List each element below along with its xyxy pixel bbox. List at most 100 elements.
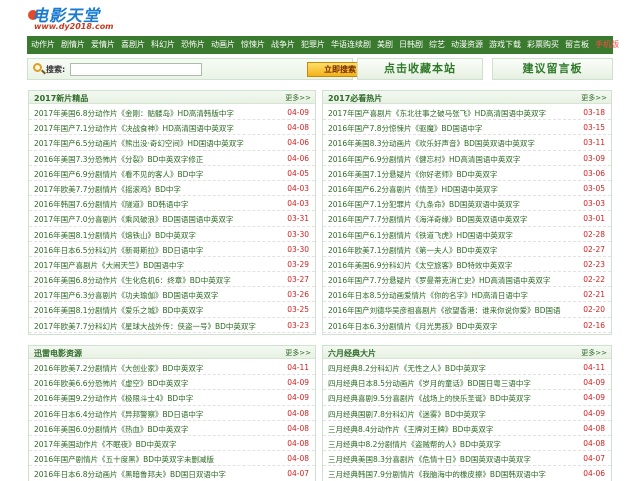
movie-link[interactable]: 2016年美国7.3分恐怖片《分裂》BD中英双字修正: [34, 154, 203, 165]
movie-date: 03-01: [583, 214, 605, 224]
panel-title: 2017新片精品: [34, 94, 89, 103]
list-item: 四月经典日本8.5分动画片《岁月的童话》BD国日粤三语中字 04-09: [323, 375, 611, 391]
movie-link[interactable]: 2017年国产喜剧片《大闹天竺》BD国语中字: [34, 260, 184, 271]
movie-date: 03-27: [287, 275, 309, 285]
movie-link[interactable]: 2016年国产7.7分悬疑片《罗曼蒂克消亡史》HD高清国语中英双字: [328, 275, 550, 286]
nav-item[interactable]: 战争片: [271, 36, 295, 54]
movie-link[interactable]: 2016年美国6.0分剧情片《热血》BD中英双字: [34, 424, 188, 435]
movie-link[interactable]: 2016年日本6.5分科幻片《新哥斯拉》BD日语中字: [34, 245, 203, 256]
panel-must-watch: 2017必看热片 更多>> 2017年国产喜剧片《东北往事之破马张飞》HD高清国…: [322, 90, 612, 335]
main-nav: 动作片 剧情片 爱情片 喜剧片 科幻片 恐怖片 动画片 惊悚片 战争片 犯罪片 华语连续剧 美剧 日韩剧…: [27, 36, 640, 54]
more-link[interactable]: 更多>>: [581, 93, 607, 103]
movie-link[interactable]: 2016年美国6.8分动作片《生化危机6：终章》BD中英双字: [34, 275, 231, 286]
search-input[interactable]: [70, 63, 202, 76]
nav-item[interactable]: 科幻片: [151, 36, 175, 54]
movie-link[interactable]: 2016年欧美7.2分剧情片《大创业家》BD中英双字: [34, 363, 203, 374]
nav-item[interactable]: 综艺: [429, 36, 445, 54]
site-logo[interactable]: 电影天堂 www.dy2018.com: [28, 2, 128, 34]
bookmark-site-button[interactable]: 点击收藏本站: [357, 58, 483, 80]
nav-item[interactable]: 设为主页: [625, 36, 640, 54]
movie-link[interactable]: 三月经典韩国7.9分剧情片《我脑海中的橡皮擦》BD国韩双语中字: [328, 469, 546, 480]
movie-date: 04-09: [287, 393, 309, 403]
movie-link[interactable]: 2017年国产喜剧片《东北往事之破马张飞》HD高清国语中英双字: [328, 108, 546, 119]
movie-link[interactable]: 2017年美国6.8分动作片《金刚：骷髅岛》HD高清韩版中字: [34, 108, 234, 119]
movie-link[interactable]: 2016年国产6.9分剧情片《看不见的客人》BD中字: [34, 169, 203, 180]
nav-item[interactable]: 恐怖片: [181, 36, 205, 54]
movie-link[interactable]: 四月经典喜剧9.5分喜剧片《战场上的快乐圣诞》BD中英双字: [328, 393, 531, 404]
movie-link[interactable]: 2016年美国6.9分科幻片《太空旅客》BD特效中英双字: [328, 260, 512, 271]
list-item: 2016年欧美7.2分剧情片《大创业家》BD中英双字 04-11: [29, 360, 315, 376]
movie-link[interactable]: 2016年国产7.8分惊悚片《驱魔》BD国语中字: [328, 123, 482, 134]
nav-item[interactable]: 喜剧片: [121, 36, 145, 54]
movie-link[interactable]: 2016年日本6.4分动作片《异邦警察》BD日语中字: [34, 409, 203, 420]
panel-thunder-resources: 迅雷电影资源 更多>> 2016年欧美7.2分剧情片《大创业家》BD中英双字 04…: [28, 345, 316, 481]
nav-item[interactable]: 彩票购买: [527, 36, 559, 54]
movie-date: 04-11: [583, 363, 605, 372]
movie-link[interactable]: 三月经典美国8.3分喜剧片《危情十日》BD国英双语中英双字: [328, 454, 531, 465]
list-item: 2017年国产6.3分喜剧片《功夫瑜伽》BD国语中英双字 03-26: [29, 287, 315, 303]
nav-item[interactable]: 惊悚片: [241, 36, 265, 54]
nav-item[interactable]: 手机版: [595, 36, 619, 54]
nav-item[interactable]: 爱情片: [91, 36, 115, 54]
movie-link[interactable]: 2016年国产6.2分喜剧片《情圣》HD国语中英双字: [328, 184, 498, 195]
movie-link[interactable]: 2016年欧美7.1分剧情片《第一夫人》BD中英双字: [328, 245, 497, 256]
list-item: 2017年国产喜剧片《东北往事之破马张飞》HD高清国语中英双字 03-18: [323, 105, 611, 121]
movie-link[interactable]: 2016年韩国7.6分剧情片《隧道》BD韩语中字: [34, 199, 188, 210]
movie-date: 04-05: [287, 168, 309, 178]
nav-item[interactable]: 美剧: [377, 36, 393, 54]
suggestion-board-button[interactable]: 建议留言板: [492, 58, 613, 80]
list-item: 2017年国产7.1分动作片《决战食神》HD高清国语中英双字 04-08: [29, 120, 315, 136]
search-label: 搜索:: [46, 65, 66, 74]
movie-link[interactable]: 2016年国产7.1分犯罪片《九条命》BD国英双语中英双字: [328, 199, 520, 210]
movie-link[interactable]: 2016年美国8.1分剧情片《爱乐之城》BD中英双字: [34, 305, 203, 316]
movie-date: 04-11: [287, 363, 309, 372]
movie-link[interactable]: 四月经典日本8.5分动画片《岁月的童话》BD国日粤三语中字: [328, 378, 531, 389]
list-item: 三月经典美国8.3分喜剧片《危情十日》BD国英双语中英双字 04-07: [323, 451, 611, 467]
movie-link[interactable]: 四月经典8.2分科幻片《无性之人》BD中英双字: [328, 363, 486, 374]
list-item: 2016年欧美6.6分恐怖片《虚空》BD中英双字 04-09: [29, 375, 315, 391]
movie-link[interactable]: 2016年国产6.1分剧情片《铁道飞虎》HD国语中英双字: [328, 230, 513, 241]
movie-link[interactable]: 2016年国产7.7分剧情片《海洋奇缘》BD国英双语中英双字: [328, 214, 527, 225]
movie-link[interactable]: 2017年欧美7.7分剧情片《摇滚鸡》BD中字: [34, 184, 181, 195]
movie-link[interactable]: 四月经典国剧7.8分科幻片《迷雾》BD中英双字: [328, 409, 486, 420]
movie-link[interactable]: 2017年国产7.0分喜剧片《乘风破浪》BD国语国语中英双字: [34, 214, 233, 225]
nav-item[interactable]: 华语连续剧: [331, 36, 371, 54]
nav-item[interactable]: 留言板: [565, 36, 589, 54]
nav-item[interactable]: 犯罪片: [301, 36, 325, 54]
movie-date: 03-30: [287, 244, 309, 254]
movie-link[interactable]: 三月经典8.4分动作片《王牌对王牌》BD中英双字: [328, 424, 493, 435]
nav-item[interactable]: 剧情片: [61, 36, 85, 54]
movie-link[interactable]: 2017年欧美7.7分科幻片《星球大战外传：侠盗一号》BD中英双字: [34, 321, 256, 332]
nav-item[interactable]: 动漫资源: [451, 36, 483, 54]
list-item: 四月经典8.2分科幻片《无性之人》BD中英双字 04-11: [323, 360, 611, 376]
movie-link[interactable]: 2017年国产6.3分喜剧片《功夫瑜伽》BD国语中英双字: [34, 290, 218, 301]
movie-link[interactable]: 2016年日本6.3分剧情片《月光男孩》BD中英双字: [328, 321, 497, 332]
list-item: 2016年国产刘德华吴彦祖喜剧片《欲望香港：谁来你说你爱》BD国语 02-20: [323, 302, 611, 318]
movie-link[interactable]: 2017年美国动作片《不眠夜》BD中英双字: [34, 439, 177, 450]
movie-link[interactable]: 2016年美国9.2分动作片《极限斗士4》BD中字: [34, 393, 193, 404]
more-link[interactable]: 更多>>: [285, 93, 311, 103]
logo-url-text: www.dy2018.com: [34, 22, 114, 31]
movie-link[interactable]: 2016年美国8.3分动画片《欢乐好声音》BD国英双语中英双字: [328, 138, 535, 149]
movie-link[interactable]: 2016年美国7.1分悬疑片《你好老师》BD中英双字: [328, 169, 497, 180]
more-link[interactable]: 更多>>: [285, 348, 311, 358]
more-link[interactable]: 更多>>: [581, 348, 607, 358]
nav-item[interactable]: 游戏下载: [489, 36, 521, 54]
movie-date: 04-09: [583, 393, 605, 403]
movie-date: 02-28: [583, 229, 605, 239]
movie-link[interactable]: 2017年国产7.1分动作片《决战食神》HD高清国语中英双字: [34, 123, 234, 134]
movie-link[interactable]: 三月经典中8.2分剧情片《盗贼帮的人》BD中英双字: [328, 439, 501, 450]
nav-item[interactable]: 动作片: [31, 36, 55, 54]
movie-link[interactable]: 2016年美国8.1分剧情片《熔铁山》BD中英双字: [34, 230, 196, 241]
movie-link[interactable]: 2016年国产刘德华吴彦祖喜剧片《欲望香港：谁来你说你爱》BD国语: [328, 305, 561, 316]
movie-date: 03-11: [583, 138, 605, 148]
list-item: 2016年欧美7.1分剧情片《第一夫人》BD中英双字 02-27: [323, 242, 611, 257]
nav-item[interactable]: 日韩剧: [399, 36, 423, 54]
movie-link[interactable]: 2016年国产6.9分剧情片《健忘村》HD高清国语中英双字: [328, 154, 520, 165]
movie-link[interactable]: 2016年日本6.8分动画片《黑暗鲁邦夫》BD国日双语中字: [34, 469, 226, 480]
movie-link[interactable]: 2016年日本8.5分动画爱情片《你的名字》HD高清日语中字: [328, 290, 528, 301]
movie-link[interactable]: 2016年欧美6.6分恐怖片《虚空》BD中英双字: [34, 378, 188, 389]
nav-item[interactable]: 动画片: [211, 36, 235, 54]
movie-link[interactable]: 2017年国产6.5分动画片《熊出没·奇幻空间》HD国语中英双字: [34, 138, 244, 149]
movie-link[interactable]: 2016年国产剧情片《五十度黑》BD中英双字未删减版: [34, 454, 214, 465]
